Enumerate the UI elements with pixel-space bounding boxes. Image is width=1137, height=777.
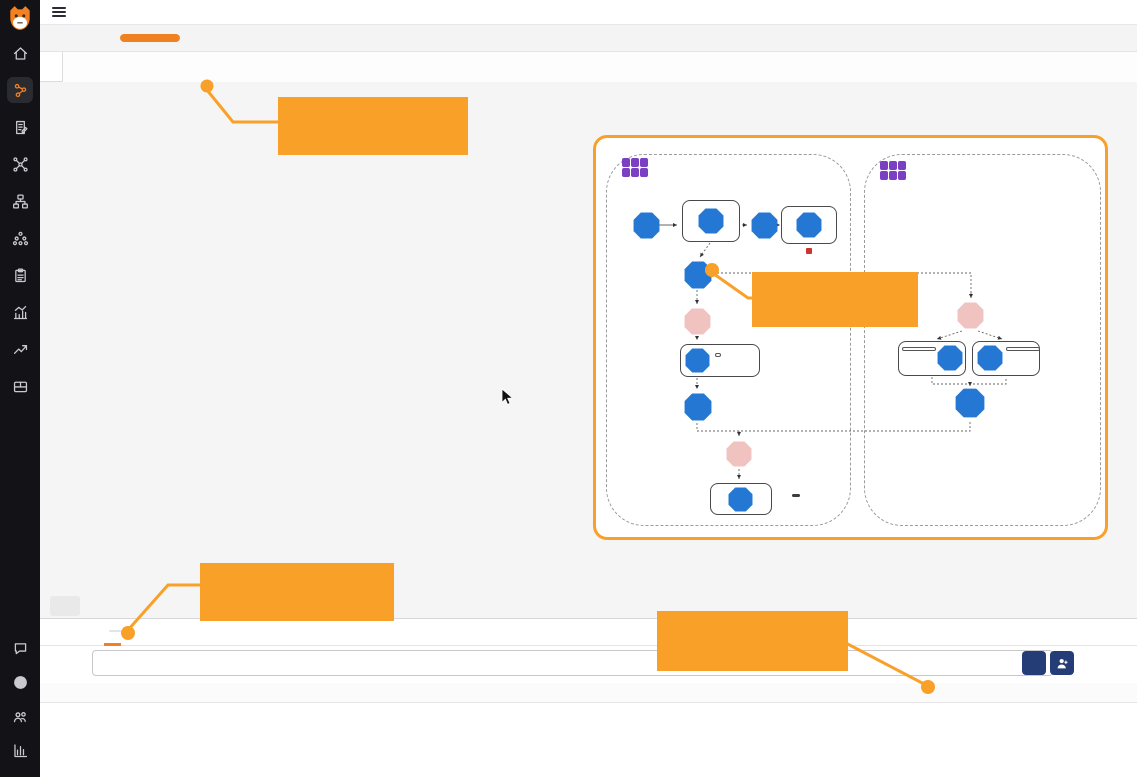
callout-backend-service (657, 611, 848, 671)
flows-header (40, 683, 1137, 703)
left-nav-sidebar: ? (0, 0, 40, 777)
architecture-diagram-overlay (593, 135, 1108, 540)
usage-metrics-icon[interactable] (7, 737, 33, 763)
nodejs-logo (792, 494, 800, 497)
cluster-icon (622, 158, 648, 177)
reviews-v1-app-label (715, 353, 721, 357)
team-users-icon[interactable] (7, 703, 33, 729)
callout-federated-service (752, 272, 918, 327)
reviews-v2-app-label (902, 347, 936, 351)
service-graph-icon[interactable] (7, 77, 33, 103)
person-plus-icon (1056, 657, 1069, 670)
breadcrumb (68, 60, 84, 72)
cluster-boundary-2 (864, 154, 1101, 526)
activity-chart-icon[interactable] (7, 299, 33, 325)
network-nodes-icon[interactable] (7, 151, 33, 177)
reviews-v3-app-label (1006, 347, 1040, 351)
flows-count-badge (109, 630, 121, 632)
trend-arrow-icon[interactable] (7, 336, 33, 362)
query-input[interactable] (92, 650, 1053, 676)
hamburger-menu-icon[interactable] (52, 4, 66, 20)
compliance-clipboard-icon[interactable] (7, 262, 33, 288)
home-icon[interactable] (7, 40, 33, 66)
canvas-controls-hint (50, 596, 80, 616)
callout-flows-filter (200, 563, 394, 621)
cluster-icon (880, 161, 906, 180)
progress-bar (120, 34, 180, 42)
panel-tabs (40, 619, 1137, 646)
service-graph-app: ? (0, 0, 1137, 777)
flows-panel (40, 618, 1137, 777)
tab-flows[interactable] (104, 619, 121, 646)
ruby-logo (806, 248, 814, 254)
app-header (40, 0, 1137, 25)
clusters-icon[interactable] (7, 225, 33, 251)
mouse-cursor (501, 388, 514, 406)
clear-query-button[interactable] (1022, 651, 1046, 675)
breadcrumb-row (40, 52, 1137, 82)
calico-cat-logo[interactable] (6, 4, 34, 32)
query-row (40, 646, 1137, 683)
endpoints-sitemap-icon[interactable] (7, 188, 33, 214)
callout-graph-filter (278, 97, 468, 155)
user-filter-button[interactable] (1050, 651, 1074, 675)
storage-box-icon[interactable] (7, 373, 33, 399)
help-icon[interactable]: ? (7, 669, 33, 695)
chat-bubble-icon[interactable] (7, 635, 33, 661)
policies-document-icon[interactable] (7, 114, 33, 140)
svg-text:?: ? (17, 677, 22, 687)
getting-started-bar (40, 25, 1137, 52)
panel-expand-button[interactable] (40, 52, 63, 82)
